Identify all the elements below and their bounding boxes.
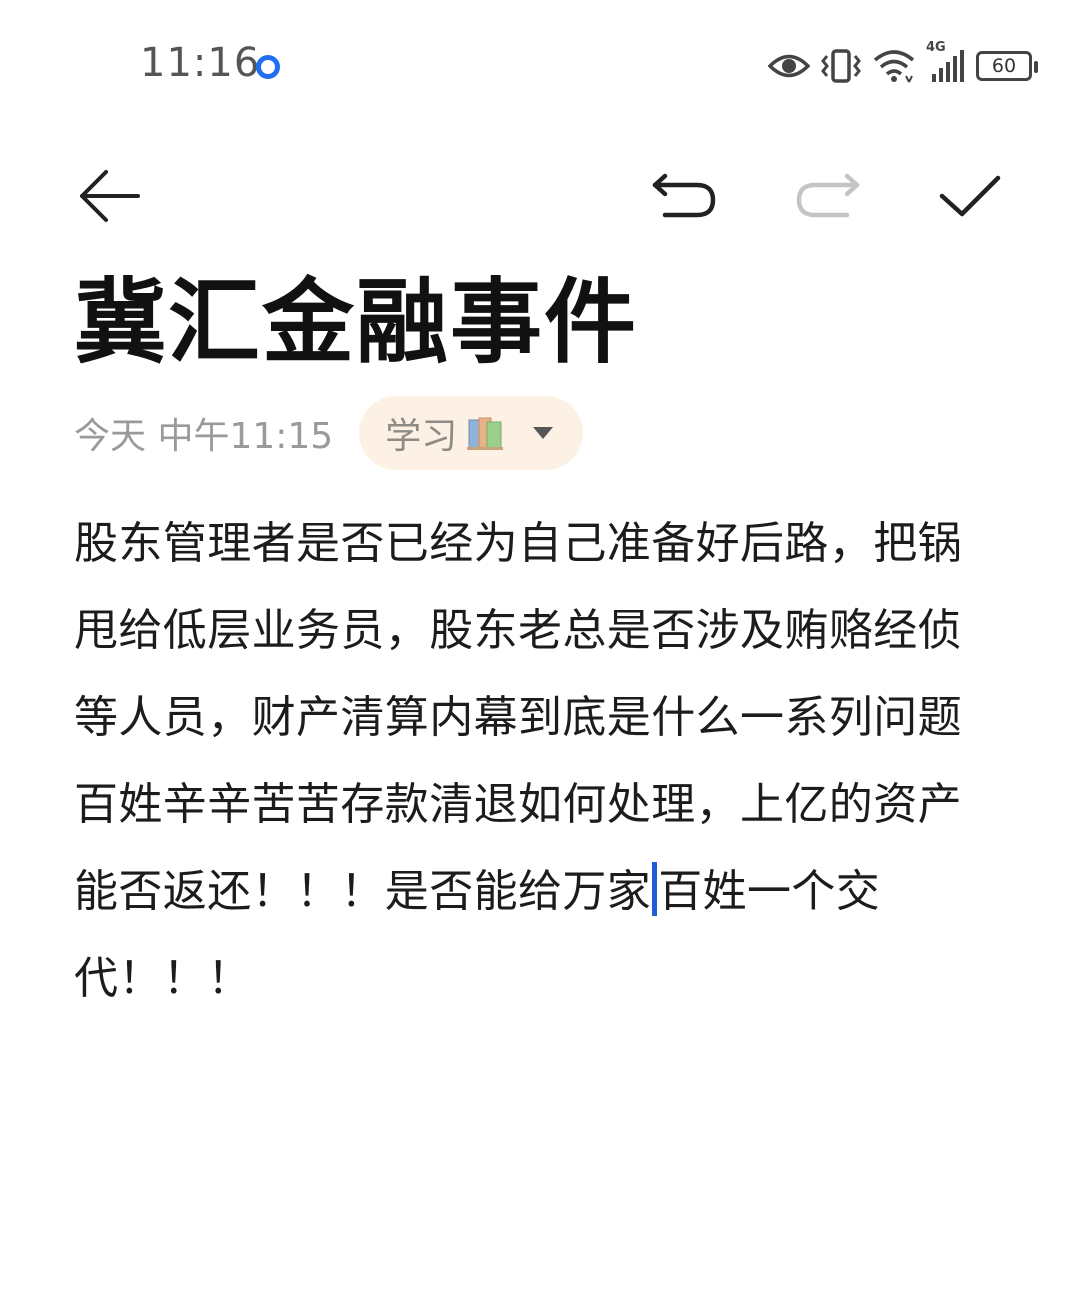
save-button[interactable]: [932, 158, 1008, 234]
chevron-down-icon: [533, 427, 554, 439]
editor-toolbar: [0, 150, 1080, 240]
battery-icon: 60: [976, 51, 1038, 81]
status-bar: 11:16 4G 60: [0, 0, 1080, 130]
note-meta: 今天 中午11:15 学习: [74, 396, 584, 470]
note-title[interactable]: 冀汇金融事件: [74, 268, 638, 378]
text-cursor: [652, 862, 658, 916]
undo-icon: [652, 173, 716, 218]
books-icon: [465, 414, 505, 452]
body-paragraph: 百姓辛辛苦苦存款清退如何处理，上亿的资产能否返还！！！是否能给万家 百姓一个交代！…: [74, 761, 994, 1022]
status-time: 11:16: [140, 40, 261, 86]
location-indicator-icon: [256, 55, 280, 79]
network-type-label: 4G: [926, 40, 946, 55]
vibrate-icon: [820, 48, 862, 84]
back-button[interactable]: [70, 158, 146, 234]
redo-button[interactable]: [790, 158, 866, 234]
redo-icon: [796, 173, 860, 218]
status-icons: 4G 60: [768, 40, 1038, 88]
check-icon: [939, 175, 1001, 217]
category-label: 学习: [385, 416, 458, 457]
wifi-icon: [872, 48, 916, 84]
note-body-editor[interactable]: 股东管理者是否已经为自己准备好后路，把锅甩给低层业务员，股东老总是否涉及贿赂经侦…: [74, 500, 994, 1022]
eye-icon: [768, 51, 810, 81]
note-timestamp: 今天 中午11:15: [74, 416, 334, 457]
undo-button[interactable]: [646, 158, 722, 234]
cellular-signal-icon: 4G: [926, 40, 966, 84]
body-paragraph: 股东管理者是否已经为自己准备好后路，把锅甩给低层业务员，股东老总是否涉及贿赂经侦…: [74, 518, 962, 743]
back-arrow-icon: [80, 170, 140, 222]
category-selector[interactable]: 学习: [359, 396, 584, 470]
